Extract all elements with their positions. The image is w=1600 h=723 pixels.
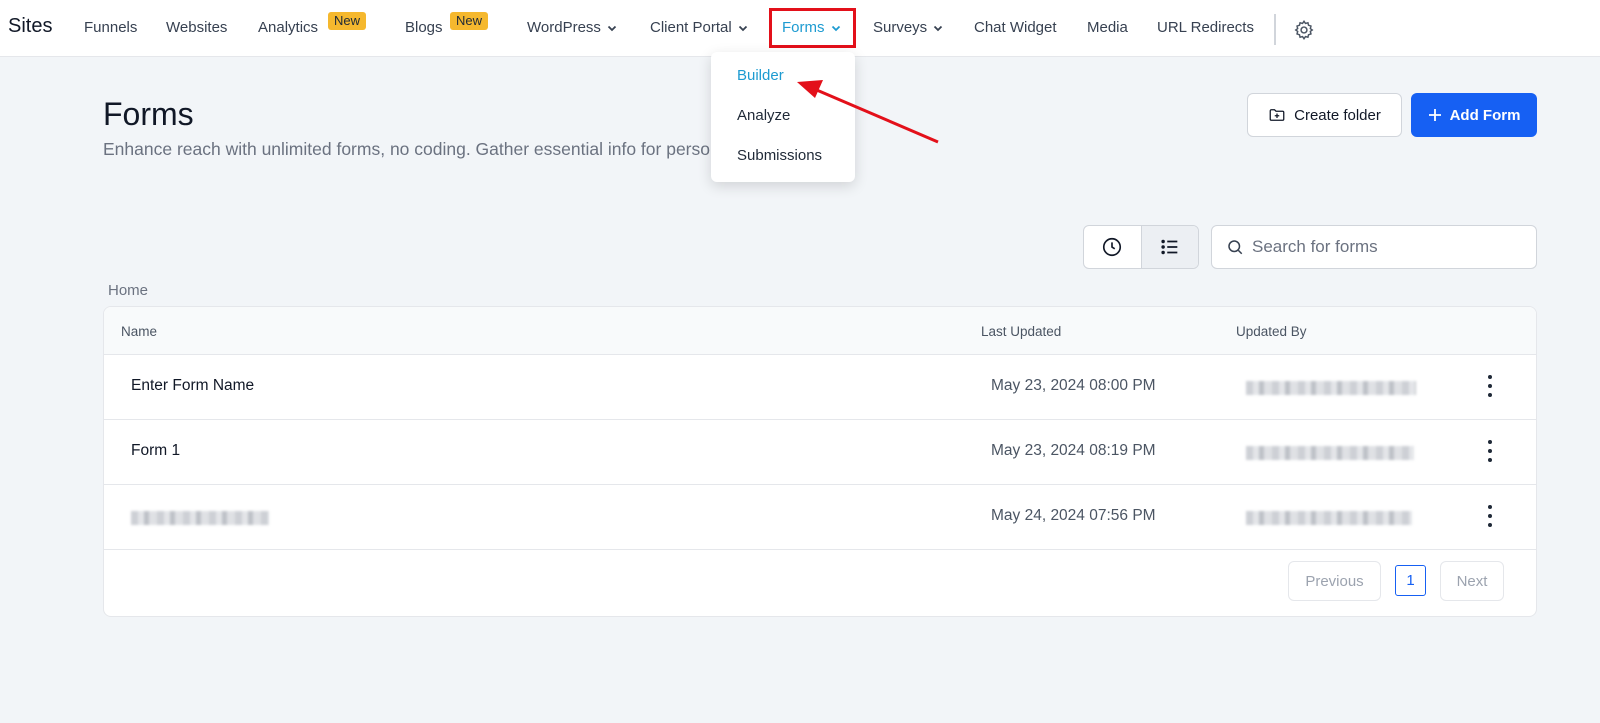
- column-header-updated-by: Updated By: [1236, 324, 1307, 339]
- forms-highlight-box: [769, 8, 856, 48]
- nav-label: Chat Widget: [974, 19, 1057, 36]
- search-input[interactable]: [1252, 237, 1522, 257]
- nav-label: Websites: [166, 19, 228, 36]
- last-updated: May 23, 2024 08:00 PM: [991, 377, 1156, 394]
- breadcrumb[interactable]: Home: [108, 282, 148, 299]
- forms-table: Name Last Updated Updated By Enter Form …: [103, 306, 1537, 617]
- recent-view-button[interactable]: [1084, 226, 1141, 268]
- dropdown-item-analyze[interactable]: Analyze: [737, 107, 790, 124]
- chevron-down-icon: [607, 25, 617, 31]
- updated-by-redacted: [1246, 511, 1412, 525]
- table-row[interactable]: Form 1 May 23, 2024 08:19 PM: [104, 420, 1536, 485]
- last-updated: May 23, 2024 08:19 PM: [991, 442, 1156, 459]
- row-menu-icon[interactable]: [1486, 505, 1494, 527]
- nav-chat-widget[interactable]: Chat Widget: [974, 19, 1057, 36]
- nav-url-redirects[interactable]: URL Redirects: [1157, 19, 1254, 36]
- table-row[interactable]: May 24, 2024 07:56 PM: [104, 485, 1536, 550]
- dropdown-item-builder[interactable]: Builder: [737, 67, 784, 84]
- nav-label: Media: [1087, 19, 1128, 36]
- nav-client-portal[interactable]: Client Portal: [650, 19, 748, 36]
- clock-icon: [1103, 237, 1122, 257]
- gear-icon[interactable]: [1293, 19, 1315, 41]
- nav-label: Blogs: [405, 19, 443, 36]
- nav-websites[interactable]: Websites: [166, 19, 227, 36]
- search-icon: [1228, 240, 1243, 255]
- previous-page-button[interactable]: Previous: [1288, 561, 1381, 601]
- nav-analytics[interactable]: Analytics: [258, 19, 318, 36]
- nav-blogs[interactable]: Blogs: [405, 19, 443, 36]
- new-badge: New: [328, 12, 367, 30]
- nav-label: Surveys: [873, 19, 928, 36]
- nav-wordpress[interactable]: WordPress: [527, 19, 617, 36]
- nav-label: Client Portal: [650, 19, 732, 36]
- page-title: Forms: [103, 96, 194, 132]
- chevron-down-icon: [934, 25, 943, 31]
- nav-label: Funnels: [84, 19, 138, 36]
- nav-label: Analytics: [258, 19, 319, 36]
- folder-plus-icon: [1269, 109, 1285, 121]
- dropdown-item-submissions[interactable]: Submissions: [737, 147, 822, 164]
- search-box: [1211, 225, 1537, 269]
- nav-label: URL Redirects: [1157, 19, 1254, 36]
- updated-by-redacted: [1246, 446, 1414, 460]
- chevron-down-icon: [738, 25, 747, 31]
- view-toggle-group: [1083, 225, 1199, 269]
- list-view-button[interactable]: [1140, 226, 1198, 268]
- app-brand: Sites: [8, 15, 53, 37]
- form-name-redacted: [131, 511, 269, 525]
- add-form-button[interactable]: Add Form: [1411, 93, 1537, 137]
- plus-icon: [1428, 109, 1441, 121]
- page-number-button[interactable]: 1: [1395, 565, 1426, 596]
- form-name[interactable]: Form 1: [131, 442, 180, 460]
- create-folder-label: Create folder: [1294, 106, 1381, 124]
- last-updated: May 24, 2024 07:56 PM: [991, 507, 1156, 524]
- table-row[interactable]: Enter Form Name May 23, 2024 08:00 PM: [104, 355, 1536, 420]
- column-header-name: Name: [121, 324, 158, 339]
- row-menu-icon[interactable]: [1486, 375, 1494, 397]
- forms-dropdown-menu: Builder Analyze Submissions: [711, 52, 855, 182]
- nav-media[interactable]: Media: [1087, 19, 1128, 36]
- column-header-last-updated: Last Updated: [981, 324, 1062, 339]
- top-navigation: Sites Funnels Websites Analytics New Blo…: [0, 0, 1600, 57]
- nav-surveys[interactable]: Surveys: [873, 19, 943, 36]
- nav-label: WordPress: [527, 19, 601, 36]
- create-folder-button[interactable]: Create folder: [1247, 93, 1402, 137]
- add-form-label: Add Form: [1449, 106, 1521, 124]
- nav-funnels[interactable]: Funnels: [84, 19, 137, 36]
- next-page-button[interactable]: Next: [1440, 561, 1504, 601]
- new-badge: New: [450, 12, 489, 30]
- row-menu-icon[interactable]: [1486, 440, 1494, 462]
- list-icon: [1161, 239, 1178, 255]
- nav-divider: [1274, 14, 1276, 45]
- updated-by-redacted: [1246, 381, 1416, 395]
- table-header: Name Last Updated Updated By: [104, 307, 1536, 355]
- form-name[interactable]: Enter Form Name: [131, 377, 254, 395]
